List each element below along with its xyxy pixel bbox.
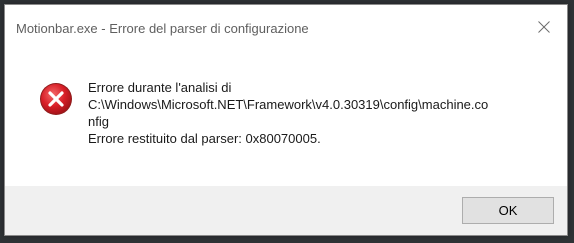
close-button[interactable] bbox=[521, 5, 567, 49]
message-line-1: Errore durante l'analisi di bbox=[88, 80, 232, 95]
error-icon bbox=[40, 83, 72, 115]
error-dialog: Motionbar.exe - Errore del parser di con… bbox=[4, 4, 568, 236]
title-bar: Motionbar.exe - Errore del parser di con… bbox=[5, 5, 567, 49]
message-line-3: nfig bbox=[88, 114, 109, 129]
close-icon bbox=[538, 21, 550, 33]
dialog-body: Errore durante l'analisi di C:\Windows\M… bbox=[5, 49, 567, 186]
message-line-2: C:\Windows\Microsoft.NET\Framework\v4.0.… bbox=[88, 97, 489, 112]
dialog-title: Motionbar.exe - Errore del parser di con… bbox=[16, 21, 309, 36]
ok-button[interactable]: OK bbox=[462, 197, 554, 224]
error-message: Errore durante l'analisi di C:\Windows\M… bbox=[88, 79, 558, 147]
dialog-footer: OK bbox=[5, 186, 567, 235]
message-line-4: Errore restituito dal parser: 0x80070005… bbox=[88, 131, 321, 146]
